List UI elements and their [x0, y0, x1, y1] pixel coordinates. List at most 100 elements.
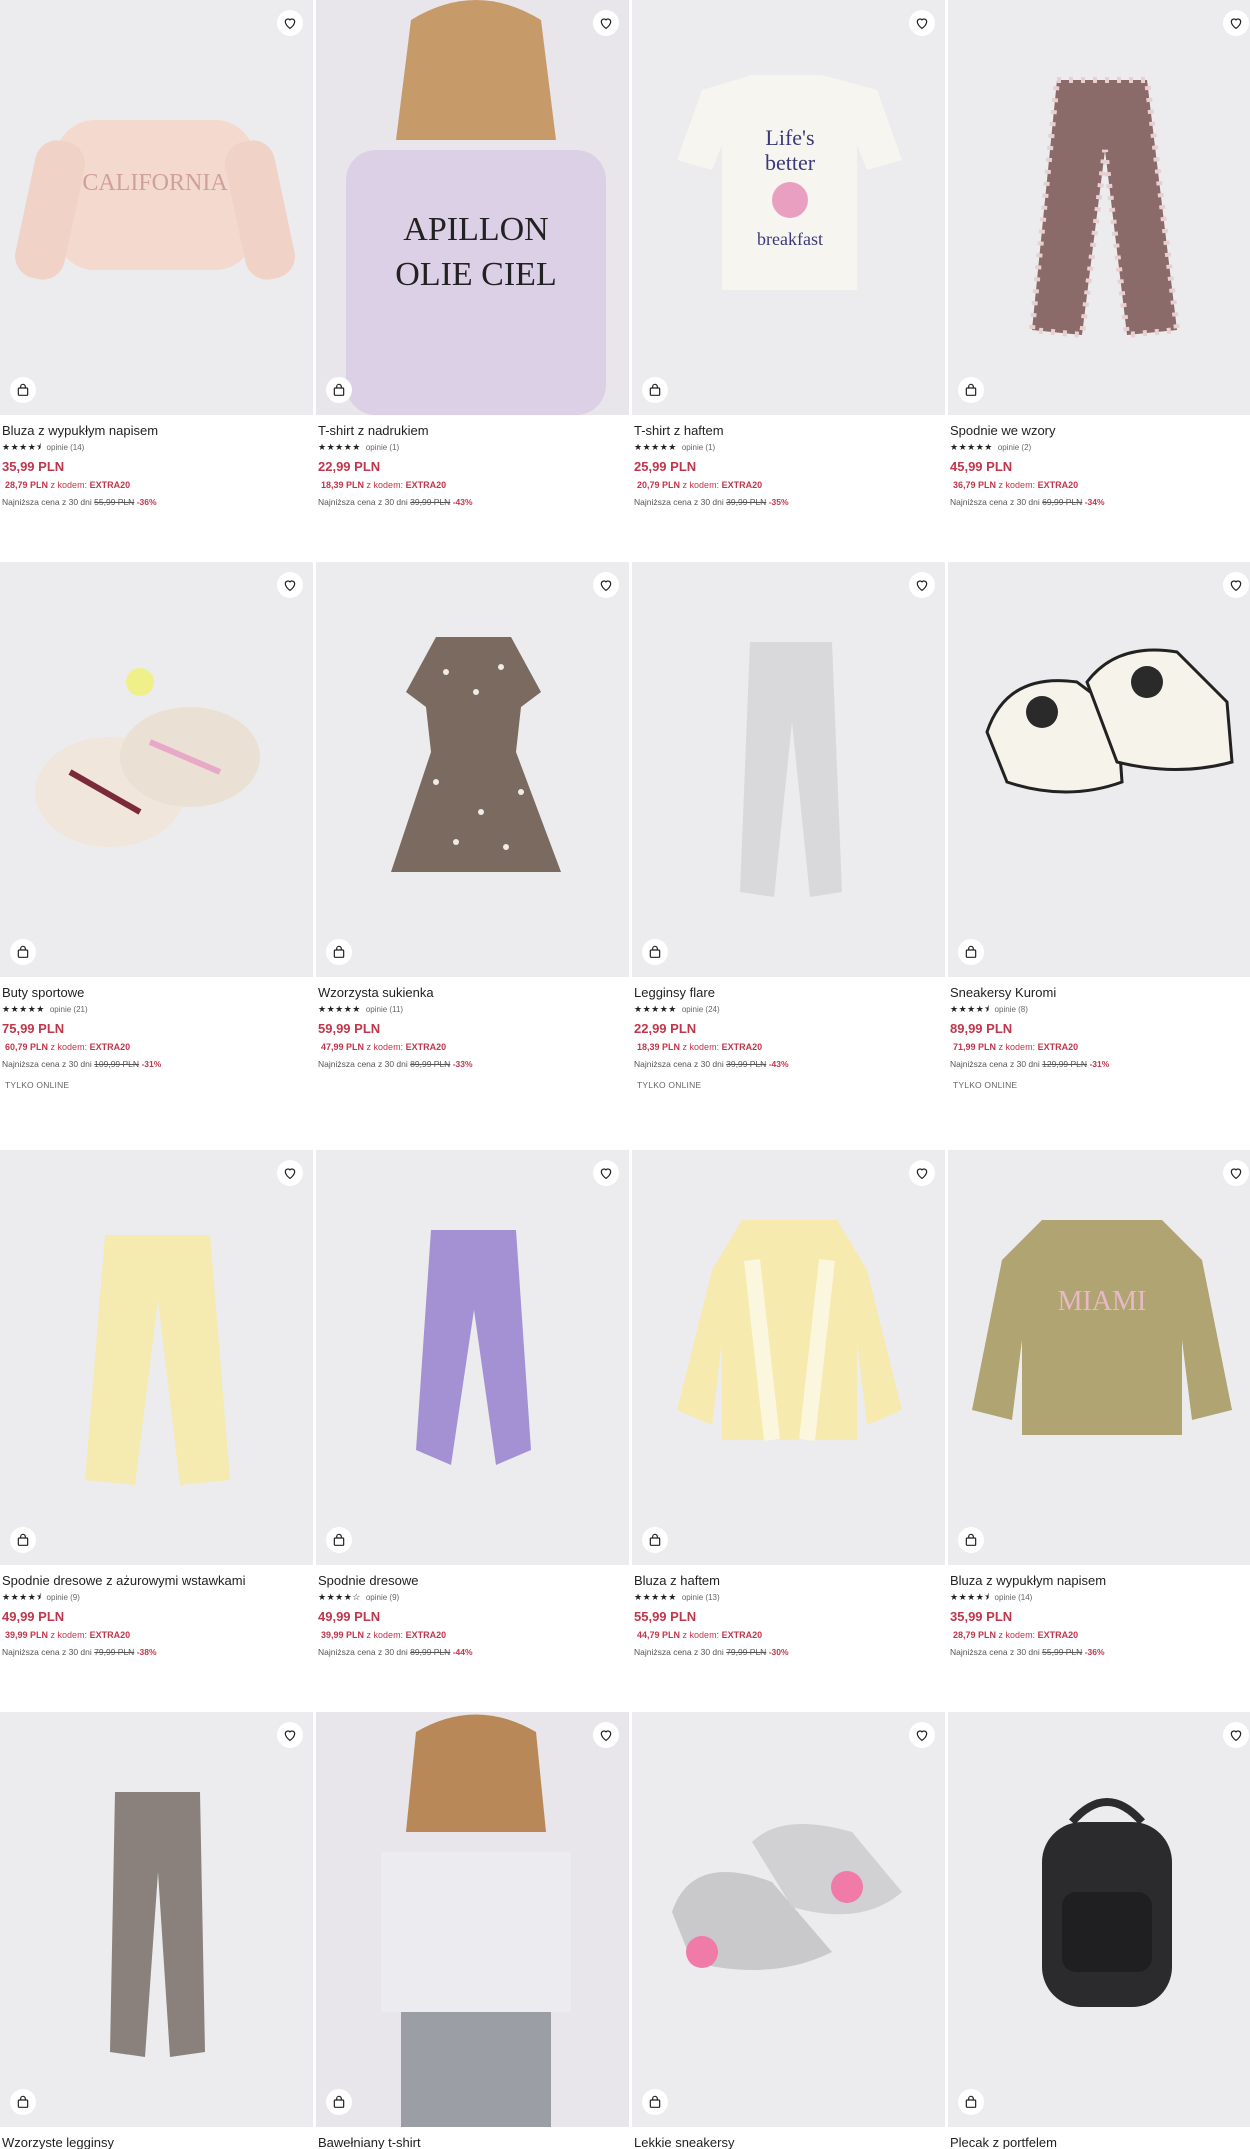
add-to-cart-button[interactable]: [958, 939, 984, 965]
product-name[interactable]: Bluza z wypukłym napisem: [950, 1573, 1250, 1588]
add-to-favorites-button[interactable]: [593, 572, 619, 598]
promo-price: 28,79 PLN z kodem: EXTRA20: [2, 480, 311, 490]
product-rating: ★★★★⯨ opinie (8): [950, 1004, 1250, 1015]
old-price: 55,99 PLN: [1042, 1647, 1083, 1657]
product-image[interactable]: [632, 1712, 945, 2127]
product-image[interactable]: MIAMI: [948, 1150, 1250, 1565]
product-name[interactable]: Legginsy flare: [634, 985, 943, 1000]
product-name[interactable]: Bluza z wypukłym napisem: [2, 423, 311, 438]
product-photo: [391, 637, 561, 872]
product-name[interactable]: Bluza z haftem: [634, 1573, 943, 1588]
product-image[interactable]: [316, 1150, 629, 1565]
add-to-cart-button[interactable]: [326, 377, 352, 403]
add-to-favorites-button[interactable]: [909, 572, 935, 598]
add-to-cart-button[interactable]: [10, 2089, 36, 2115]
product-name[interactable]: Buty sportowe: [2, 985, 311, 1000]
heart-icon: [598, 15, 614, 31]
heart-icon: [598, 1165, 614, 1181]
product-price: 22,99 PLN: [634, 1021, 697, 1036]
product-image[interactable]: [948, 0, 1250, 415]
product-info: Bluza z haftem ★★★★★ opinie (13) 55,99 PLN 4…: [632, 1565, 945, 1657]
product-image[interactable]: [0, 1150, 313, 1565]
product-name[interactable]: Sneakersy Kuromi: [950, 985, 1250, 1000]
product-card[interactable]: CALIFORNIA Bluza z wypukłym napisem ★★★★⯨ o…: [0, 0, 313, 562]
product-card[interactable]: Spodnie we wzory ★★★★★ opinie (2) 45,99 PLN…: [948, 0, 1250, 562]
product-image[interactable]: CALIFORNIA: [0, 0, 313, 415]
product-image[interactable]: [632, 1150, 945, 1565]
product-card[interactable]: Bluza z haftem ★★★★★ opinie (13) 55,99 PLN 4…: [632, 1150, 945, 1712]
product-name[interactable]: Lekkie sneakersy: [634, 2135, 943, 2149]
add-to-favorites-button[interactable]: [277, 572, 303, 598]
product-name[interactable]: Spodnie dresowe: [318, 1573, 627, 1588]
reviews-count: opinie (21): [49, 1005, 88, 1014]
product-name[interactable]: T-shirt z nadrukiem: [318, 423, 627, 438]
add-to-favorites-button[interactable]: [1223, 572, 1249, 598]
product-name[interactable]: T-shirt z haftem: [634, 423, 943, 438]
add-to-favorites-button[interactable]: [909, 1160, 935, 1186]
add-to-favorites-button[interactable]: [593, 1160, 619, 1186]
product-image[interactable]: APILLON OLIE CIEL: [316, 0, 629, 415]
promo-text: z kodem:: [682, 1630, 720, 1640]
product-image[interactable]: [948, 1712, 1250, 2127]
add-to-cart-button[interactable]: [958, 377, 984, 403]
add-to-favorites-button[interactable]: [277, 10, 303, 36]
add-to-cart-button[interactable]: [642, 2089, 668, 2115]
product-card[interactable]: Buty sportowe ★★★★★ opinie (21) 75,99 PLN 60…: [0, 562, 313, 1150]
product-name[interactable]: Bawełniany t-shirt: [318, 2135, 627, 2149]
add-to-cart-button[interactable]: [10, 939, 36, 965]
add-to-favorites-button[interactable]: [593, 1722, 619, 1748]
lowest-price-label: Najniższa cena z 30 dni: [634, 497, 724, 507]
product-card[interactable]: Wzorzyste legginsy: [0, 1712, 313, 2149]
product-image[interactable]: Life's better breakfast: [632, 0, 945, 415]
add-to-cart-button[interactable]: [10, 377, 36, 403]
product-card[interactable]: Life's better breakfast T-shirt z haftem ★★★…: [632, 0, 945, 562]
add-to-favorites-button[interactable]: [1223, 10, 1249, 36]
product-card[interactable]: MIAMI Bluza z wypukłym napisem ★★★★⯨ opinie…: [948, 1150, 1250, 1712]
product-name[interactable]: Spodnie dresowe z ażurowymi wstawkami: [2, 1573, 311, 1588]
add-to-cart-button[interactable]: [326, 1527, 352, 1553]
add-to-favorites-button[interactable]: [909, 10, 935, 36]
add-to-cart-button[interactable]: [326, 2089, 352, 2115]
product-image[interactable]: [0, 562, 313, 977]
add-to-favorites-button[interactable]: [1223, 1160, 1249, 1186]
product-card[interactable]: Legginsy flare ★★★★★ opinie (24) 22,99 PLN 1…: [632, 562, 945, 1150]
add-to-cart-button[interactable]: [326, 939, 352, 965]
old-price: 109,99 PLN: [94, 1059, 140, 1069]
add-to-favorites-button[interactable]: [593, 10, 619, 36]
add-to-cart-button[interactable]: [642, 939, 668, 965]
promo-code: EXTRA20: [721, 480, 763, 490]
product-name[interactable]: Wzorzyste legginsy: [2, 2135, 311, 2149]
product-image[interactable]: [0, 1712, 313, 2127]
product-price: 35,99 PLN: [2, 459, 65, 474]
add-to-favorites-button[interactable]: [1223, 1722, 1249, 1748]
product-card[interactable]: Sneakersy Kuromi ★★★★⯨ opinie (8) 89,99 PLN…: [948, 562, 1250, 1150]
product-image[interactable]: [316, 562, 629, 977]
reviews-count: opinie (11): [365, 1005, 404, 1014]
add-to-favorites-button[interactable]: [909, 1722, 935, 1748]
product-name[interactable]: Plecak z portfelem: [950, 2135, 1250, 2149]
discount-badge: -36%: [136, 497, 157, 507]
add-to-favorites-button[interactable]: [277, 1160, 303, 1186]
add-to-cart-button[interactable]: [642, 1527, 668, 1553]
product-card[interactable]: Wzorzysta sukienka ★★★★★ opinie (11) 59,99 …: [316, 562, 629, 1150]
add-to-cart-button[interactable]: [642, 377, 668, 403]
product-name[interactable]: Wzorzysta sukienka: [318, 985, 627, 1000]
add-to-favorites-button[interactable]: [277, 1722, 303, 1748]
product-card[interactable]: APILLON OLIE CIEL T-shirt z nadrukiem ★★★★★…: [316, 0, 629, 562]
product-card[interactable]: Lekkie sneakersy: [632, 1712, 945, 2149]
product-card[interactable]: Plecak z portfelem: [948, 1712, 1250, 2149]
product-image[interactable]: [316, 1712, 629, 2127]
product-card[interactable]: Spodnie dresowe z ażurowymi wstawkami ★★★…: [0, 1150, 313, 1712]
product-image[interactable]: [948, 562, 1250, 977]
product-card[interactable]: Bawełniany t-shirt: [316, 1712, 629, 2149]
product-image[interactable]: [632, 562, 945, 977]
product-info: Spodnie dresowe z ażurowymi wstawkami ★★★…: [0, 1565, 313, 1657]
product-photo: APILLON OLIE CIEL: [316, 0, 629, 415]
promo-price-value: 71,99 PLN: [953, 1042, 997, 1052]
add-to-cart-button[interactable]: [10, 1527, 36, 1553]
add-to-cart-button[interactable]: [958, 2089, 984, 2115]
add-to-cart-button[interactable]: [958, 1527, 984, 1553]
product-card[interactable]: Spodnie dresowe ★★★★☆ opinie (9) 49,99 PLN 3…: [316, 1150, 629, 1712]
product-name[interactable]: Spodnie we wzory: [950, 423, 1250, 438]
shopping-bag-icon: [647, 944, 663, 960]
